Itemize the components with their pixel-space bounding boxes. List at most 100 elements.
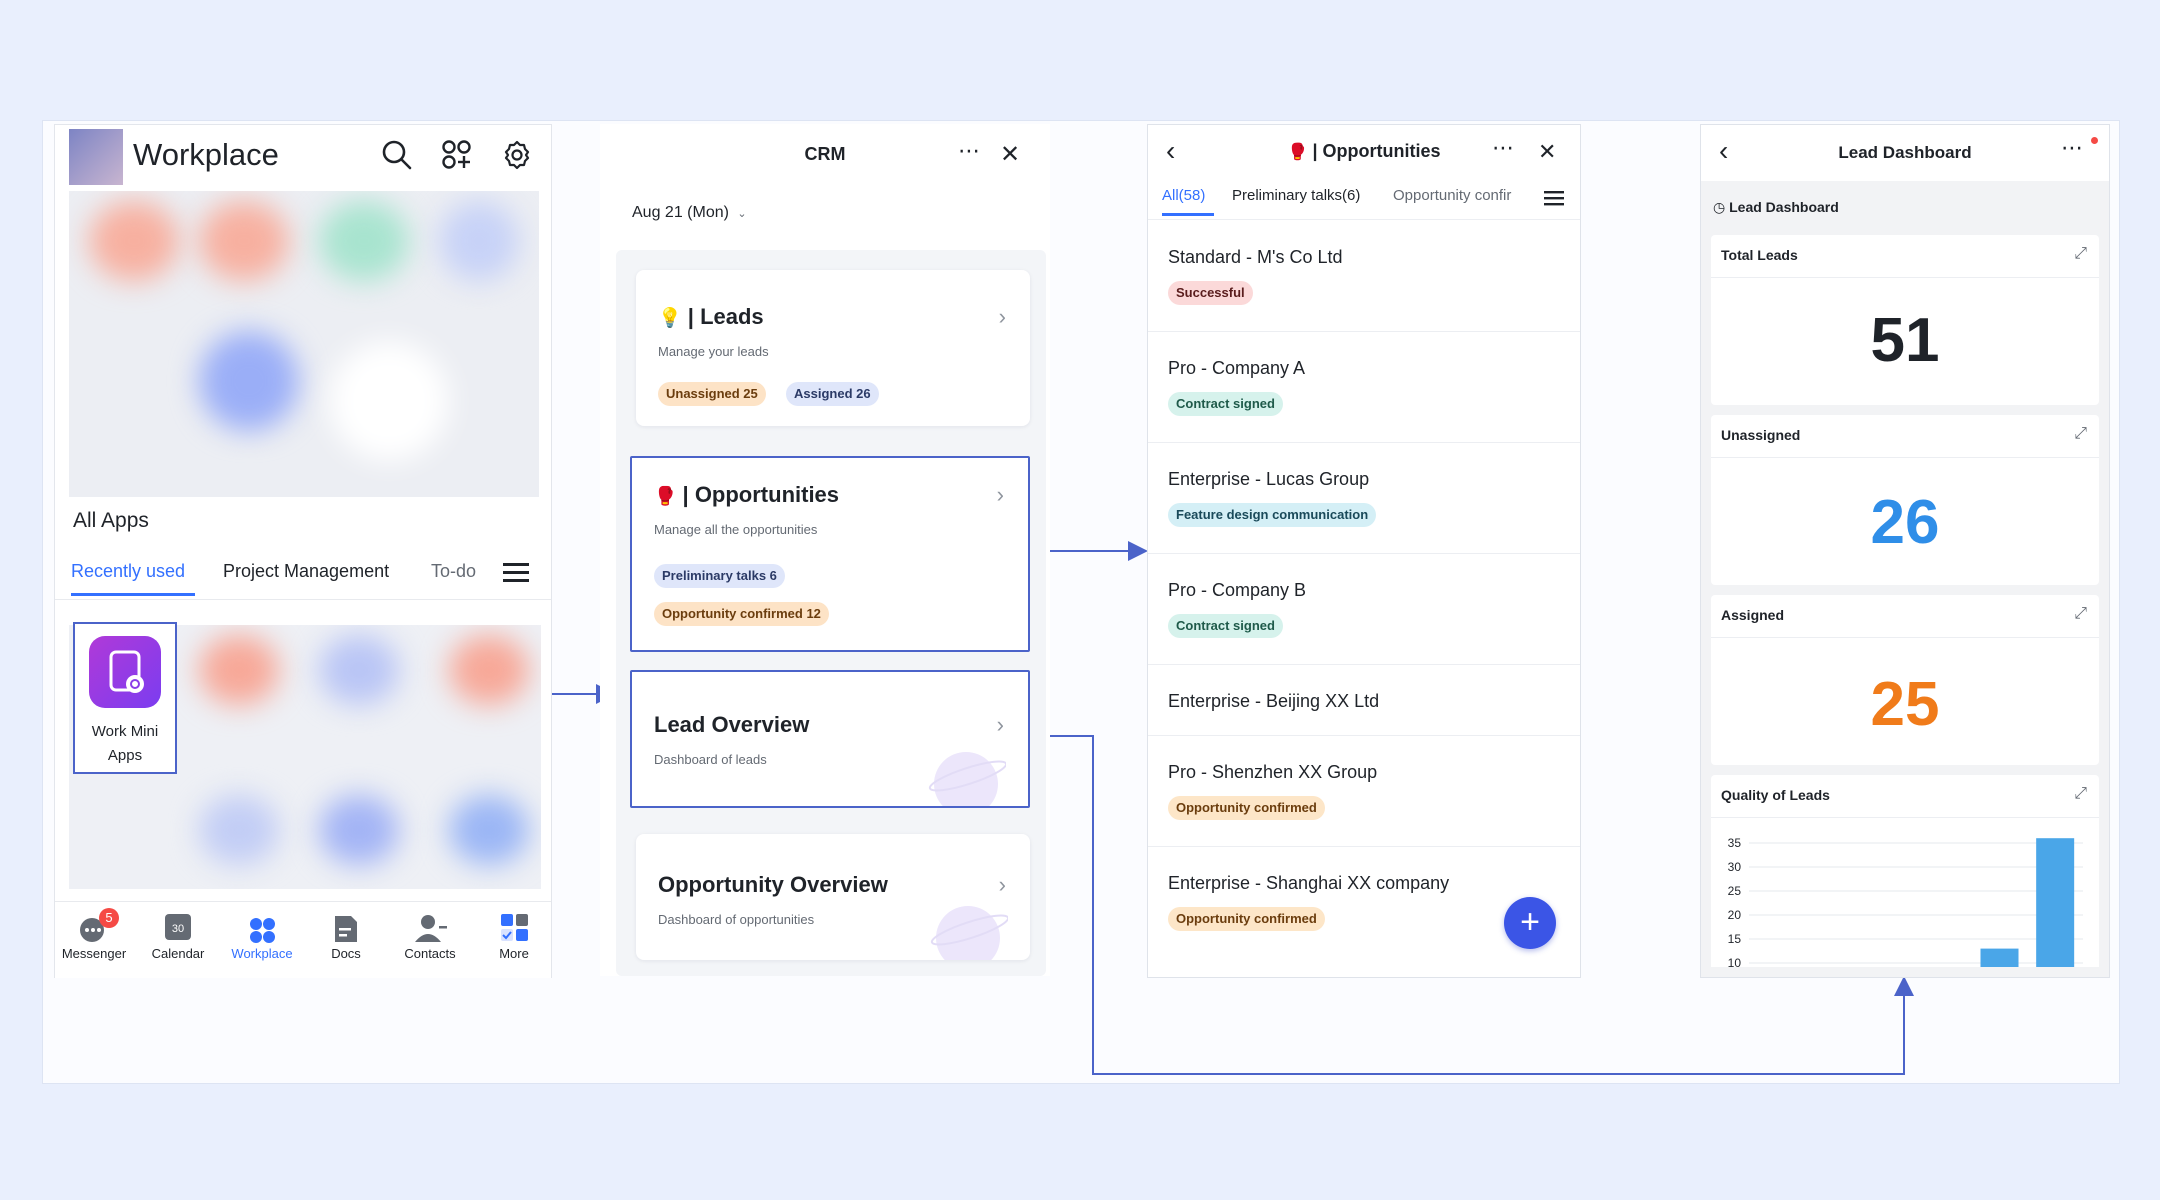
opportunity-title: Standard - M's Co Ltd: [1168, 247, 1343, 267]
tab-project-management[interactable]: Project Management: [223, 561, 389, 582]
total-leads-label: Total Leads: [1721, 247, 1798, 263]
expand-icon[interactable]: ⤢: [2074, 245, 2087, 263]
nav-docs[interactable]: Docs: [311, 908, 381, 961]
messenger-badge: 5: [99, 908, 119, 928]
y-tick-label: 25: [1728, 884, 1742, 898]
unassigned-label: Unassigned: [1721, 427, 1801, 443]
chevron-down-icon: ⌄: [737, 208, 747, 220]
more-icon[interactable]: ⋯: [2061, 135, 2083, 161]
quality-bar-chart: 10 15 20 25 30 35: [1728, 836, 2083, 967]
pill-preliminary-talks: Preliminary talks 6: [654, 564, 785, 588]
lead-dashboard-panel: ‹ Lead Dashboard ⋯ ◷ Lead Dashboard Tota…: [1700, 124, 2110, 978]
active-tab-indicator: [1162, 213, 1214, 216]
app-label-line1: Work Mini: [91, 723, 159, 740]
docs-icon: [335, 916, 357, 942]
app-grid-add-icon[interactable]: [441, 139, 473, 171]
nav-messenger[interactable]: 5 Messenger: [59, 908, 129, 961]
card-total-leads[interactable]: Total Leads ⤢ 51: [1711, 235, 2099, 405]
card-opportunities[interactable]: 🥊 | Opportunities Manage all the opportu…: [630, 456, 1030, 652]
opportunity-overview-subtitle: Dashboard of opportunities: [658, 912, 815, 927]
nav-more[interactable]: More: [479, 908, 549, 961]
active-tab-indicator: [71, 593, 195, 596]
status-badge: Opportunity confirmed: [1168, 796, 1325, 820]
card-lead-overview[interactable]: Lead Overview Dashboard of leads ›: [630, 670, 1030, 808]
opportunity-title: Enterprise - Beijing XX Ltd: [1168, 691, 1380, 711]
tab-all[interactable]: All(58): [1162, 187, 1205, 204]
opportunity-title: Enterprise - Shanghai XX company: [1168, 873, 1450, 893]
leads-subtitle: Manage your leads: [658, 344, 769, 359]
menu-icon[interactable]: [1544, 189, 1564, 207]
chart-bar: [2036, 838, 2075, 967]
list-item[interactable]: Pro - Company B Contract signed: [1148, 554, 1580, 665]
expand-icon[interactable]: ⤢: [2074, 605, 2087, 623]
nav-messenger-label: Messenger: [61, 946, 127, 961]
tab-to-do[interactable]: To-do: [431, 561, 476, 582]
card-opportunity-overview[interactable]: Opportunity Overview Dashboard of opport…: [636, 834, 1030, 960]
expand-icon[interactable]: ⤢: [2074, 425, 2087, 443]
list-item[interactable]: Enterprise - Beijing XX Ltd: [1148, 665, 1580, 736]
more-icon[interactable]: ⋯: [1492, 135, 1514, 161]
workplace-title: Workplace: [133, 137, 279, 172]
crm-title: CRM: [804, 144, 846, 164]
card-assigned[interactable]: Assigned ⤢ 25: [1711, 595, 2099, 765]
crm-card-area: 💡 | Leads Manage your leads › Unassigned…: [616, 250, 1046, 976]
opportunity-title: Pro - Company B: [1168, 580, 1307, 600]
y-tick-label: 10: [1728, 956, 1742, 967]
y-tick-label: 30: [1728, 860, 1742, 874]
chevron-right-icon: ›: [996, 482, 1004, 507]
tab-preliminary-talks[interactable]: Preliminary talks(6): [1232, 187, 1360, 204]
y-tick-label: 15: [1728, 932, 1742, 946]
opportunities-page-title: | Opportunities: [1312, 141, 1441, 161]
dashboard-title: Lead Dashboard: [1838, 143, 1972, 162]
search-icon[interactable]: [381, 139, 413, 171]
card-leads[interactable]: 💡 | Leads Manage your leads › Unassigned…: [636, 270, 1030, 426]
list-item[interactable]: Pro - Company A Contract signed: [1148, 332, 1580, 443]
add-opportunity-button[interactable]: +: [1504, 897, 1556, 949]
nav-workplace[interactable]: Workplace: [227, 908, 297, 961]
status-badge: Contract signed: [1168, 614, 1283, 638]
messenger-icon: [80, 918, 104, 942]
card-quality-of-leads[interactable]: Quality of Leads ⤢ 10 15 20 25 30 35: [1711, 775, 2099, 967]
app-tile-work-mini-apps[interactable]: Work Mini Apps: [73, 622, 177, 774]
tab-recently-used[interactable]: Recently used: [71, 561, 185, 582]
list-item[interactable]: Enterprise - Lucas Group Feature design …: [1148, 443, 1580, 554]
clock-icon: ◷: [1713, 199, 1726, 215]
tab-opportunity-confirmed[interactable]: Opportunity confir: [1393, 187, 1521, 204]
blurred-banner: [69, 191, 539, 497]
nav-contacts[interactable]: Contacts: [395, 908, 465, 961]
close-icon[interactable]: ✕: [1538, 139, 1556, 165]
opportunities-subtitle: Manage all the opportunities: [654, 522, 818, 537]
lead-overview-title: Lead Overview: [654, 712, 810, 737]
nav-calendar-label: Calendar: [151, 946, 205, 961]
total-leads-value: 51: [1870, 306, 1940, 375]
close-icon[interactable]: ✕: [1000, 140, 1020, 169]
status-badge: Contract signed: [1168, 392, 1283, 416]
card-unassigned[interactable]: Unassigned ⤢ 26: [1711, 415, 2099, 585]
status-badge: Opportunity confirmed: [1168, 907, 1325, 931]
boxing-glove-icon: 🥊: [1287, 144, 1308, 161]
planet-illustration: [926, 736, 1006, 806]
pill-opportunity-confirmed: Opportunity confirmed 12: [654, 602, 829, 626]
work-mini-apps-icon: [89, 636, 161, 708]
gear-icon[interactable]: [501, 139, 533, 171]
nav-contacts-label: Contacts: [404, 946, 456, 961]
list-item[interactable]: Pro - Shenzhen XX Group Opportunity conf…: [1148, 736, 1580, 847]
opportunity-title: Pro - Shenzhen XX Group: [1168, 762, 1378, 782]
section-title-all-apps: All Apps: [73, 509, 149, 532]
list-item[interactable]: Standard - M's Co Ltd Successful: [1148, 221, 1580, 332]
planet-illustration: [928, 890, 1008, 960]
nav-docs-label: Docs: [331, 946, 361, 961]
date-selector[interactable]: Aug 21 (Mon) ⌄: [632, 204, 747, 222]
y-tick-label: 35: [1728, 836, 1742, 850]
nav-calendar[interactable]: 30 Calendar: [143, 908, 213, 961]
notification-dot: [2091, 137, 2098, 144]
nav-workplace-label: Workplace: [231, 946, 293, 961]
expand-icon[interactable]: ⤢: [2074, 785, 2087, 803]
contacts-icon: [415, 915, 447, 942]
chevron-right-icon: ›: [996, 712, 1004, 737]
menu-icon[interactable]: [503, 561, 529, 583]
opportunity-title: Enterprise - Lucas Group: [1168, 469, 1370, 489]
assigned-label: Assigned: [1721, 607, 1785, 623]
more-apps-icon: [501, 914, 528, 941]
more-icon[interactable]: ⋯: [958, 138, 981, 164]
